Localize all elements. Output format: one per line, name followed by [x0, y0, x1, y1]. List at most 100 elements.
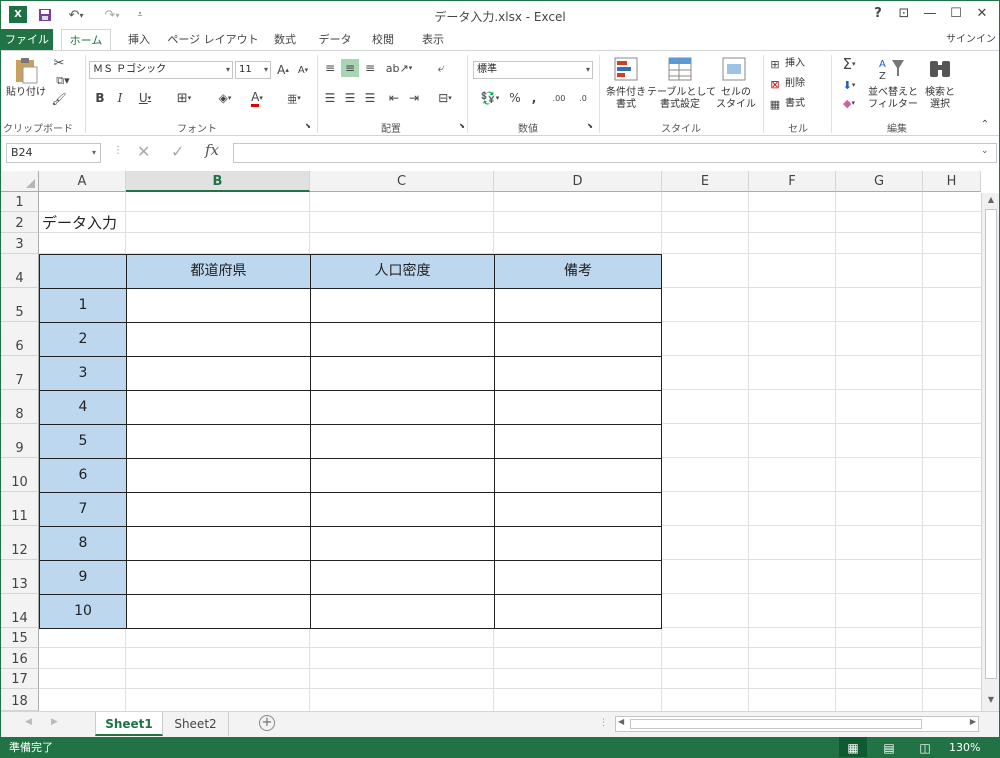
table-row-number[interactable]: 4 [39, 390, 127, 425]
row-header-1[interactable]: 1 [1, 192, 39, 212]
page-break-view-icon[interactable]: ◫ [913, 737, 937, 757]
comma-style-icon[interactable]: , [527, 89, 541, 107]
column-header-c[interactable]: C [310, 171, 494, 192]
row-header-8[interactable]: 8 [1, 390, 39, 424]
column-header-d[interactable]: D [494, 171, 662, 192]
cancel-icon[interactable]: ✕ [137, 142, 150, 161]
table-row-number[interactable]: 8 [39, 526, 127, 561]
table-header-notes[interactable]: 備考 [494, 254, 662, 289]
column-header-b[interactable]: B [126, 171, 310, 192]
row-header-3[interactable]: 3 [1, 233, 39, 254]
table-cell[interactable] [310, 322, 495, 357]
horizontal-scrollbar[interactable]: ◀ ▶ [615, 716, 979, 732]
maximize-button[interactable]: ☐ [945, 4, 967, 24]
table-cell[interactable] [494, 526, 662, 561]
format-as-table-icon[interactable] [665, 55, 695, 83]
table-cell[interactable] [310, 390, 495, 425]
table-cell[interactable] [494, 288, 662, 323]
row-header-16[interactable]: 16 [1, 648, 39, 669]
horizontal-scroll-thumb[interactable] [630, 719, 922, 729]
row-header-11[interactable]: 11 [1, 492, 39, 526]
paste-icon[interactable] [9, 57, 43, 85]
format-cells-button[interactable]: 書式 [785, 98, 825, 110]
tab-insert[interactable]: 挿入 [119, 29, 159, 51]
table-cell[interactable] [126, 322, 311, 357]
table-cell[interactable] [494, 492, 662, 527]
normal-view-icon[interactable]: ▦ [839, 737, 867, 757]
table-cell[interactable] [310, 526, 495, 561]
collapse-ribbon-icon[interactable]: ⌃ [977, 117, 993, 131]
align-middle-icon[interactable]: ≡ [341, 59, 359, 77]
table-cell[interactable] [126, 424, 311, 459]
table-row-number[interactable]: 3 [39, 356, 127, 391]
help-button[interactable]: ? [867, 4, 889, 24]
font-color-icon[interactable]: A ▾ [243, 89, 271, 107]
table-cell[interactable] [494, 424, 662, 459]
table-cell[interactable] [310, 492, 495, 527]
paste-button[interactable]: 貼り付け [3, 87, 49, 99]
row-header-15[interactable]: 15 [1, 628, 39, 648]
percent-style-icon[interactable]: % [507, 89, 523, 107]
table-row-number[interactable]: 10 [39, 594, 127, 629]
number-dialog-launcher-icon[interactable]: ⬊ [585, 121, 595, 131]
row-header-9[interactable]: 9 [1, 424, 39, 458]
row-header-18[interactable]: 18 [1, 689, 39, 711]
phonetic-icon[interactable]: 亜 ▾ [283, 89, 305, 107]
find-select-button[interactable]: 検索と 選択 [919, 87, 961, 111]
tab-formulas[interactable]: 数式 [265, 29, 305, 51]
insert-cells-icon[interactable]: ⊞ [767, 57, 783, 71]
table-cell[interactable] [494, 594, 662, 629]
fill-icon[interactable]: ⬇ ▾ [837, 77, 861, 93]
conditional-formatting-icon[interactable] [611, 55, 641, 83]
borders-icon[interactable]: ⊞ ▾ [171, 89, 197, 107]
fill-color-icon[interactable]: ◈ ▾ [211, 89, 239, 107]
format-painter-icon[interactable]: 🖌 [51, 91, 67, 107]
grow-font-icon[interactable]: A ▴ [275, 61, 291, 79]
table-cell[interactable] [310, 424, 495, 459]
row-header-6[interactable]: 6 [1, 322, 39, 356]
underline-icon[interactable]: U ▾ [133, 89, 157, 107]
delete-cells-button[interactable]: 削除 [785, 78, 825, 90]
bold-icon[interactable]: B [93, 89, 107, 107]
table-row-number[interactable]: 5 [39, 424, 127, 459]
tab-page-layout[interactable]: ページ レイアウト [167, 29, 259, 51]
font-size-select[interactable]: 11 ▾ [235, 61, 271, 79]
table-cell[interactable] [126, 526, 311, 561]
row-header-4[interactable]: 4 [1, 254, 39, 288]
column-header-e[interactable]: E [662, 171, 749, 192]
row-header-7[interactable]: 7 [1, 356, 39, 390]
table-row-number[interactable]: 7 [39, 492, 127, 527]
row-header-2[interactable]: 2 [1, 212, 39, 233]
scroll-up-icon[interactable]: ▲ [984, 193, 998, 207]
delete-cells-icon[interactable]: ⊠ [767, 77, 783, 91]
find-select-icon[interactable] [925, 55, 955, 83]
table-cell[interactable] [494, 390, 662, 425]
minimize-button[interactable]: — [919, 4, 941, 24]
signin-link[interactable]: サインイン [943, 29, 999, 51]
wrap-text-icon[interactable]: ⤶ [431, 59, 451, 77]
shrink-font-icon[interactable]: A ▾ [295, 61, 311, 79]
italic-icon[interactable]: I [113, 89, 127, 107]
format-as-table-button[interactable]: テーブルとして 書式設定 [647, 87, 716, 111]
orientation-icon[interactable]: ab↗ ▾ [385, 59, 413, 77]
align-top-icon[interactable]: ≡ [321, 59, 339, 77]
column-header-a[interactable]: A [39, 171, 126, 192]
copy-icon[interactable]: ⧉▾ [51, 73, 75, 89]
accounting-format-icon[interactable]: 💱 ▾ [475, 89, 505, 107]
row-header-17[interactable]: 17 [1, 669, 39, 689]
conditional-formatting-button[interactable]: 条件付き 書式 [601, 87, 651, 111]
ribbon-display-button[interactable]: ⊡ [893, 4, 915, 24]
name-box[interactable]: B24 ▾ [6, 143, 101, 163]
column-header-g[interactable]: G [836, 171, 923, 192]
table-cell[interactable] [310, 594, 495, 629]
table-cell[interactable] [126, 492, 311, 527]
table-cell[interactable] [494, 356, 662, 391]
decrease-indent-icon[interactable]: ⇤ [385, 89, 403, 107]
increase-decimal-icon[interactable]: .00 [549, 89, 569, 107]
table-cell[interactable] [126, 594, 311, 629]
page-layout-view-icon[interactable]: ▤ [877, 737, 901, 757]
table-header-prefecture[interactable]: 都道府県 [126, 254, 311, 289]
merge-center-icon[interactable]: ⊟ ▾ [431, 89, 459, 107]
cell-styles-button[interactable]: セルの スタイル [713, 87, 759, 111]
table-row-number[interactable]: 1 [39, 288, 127, 323]
